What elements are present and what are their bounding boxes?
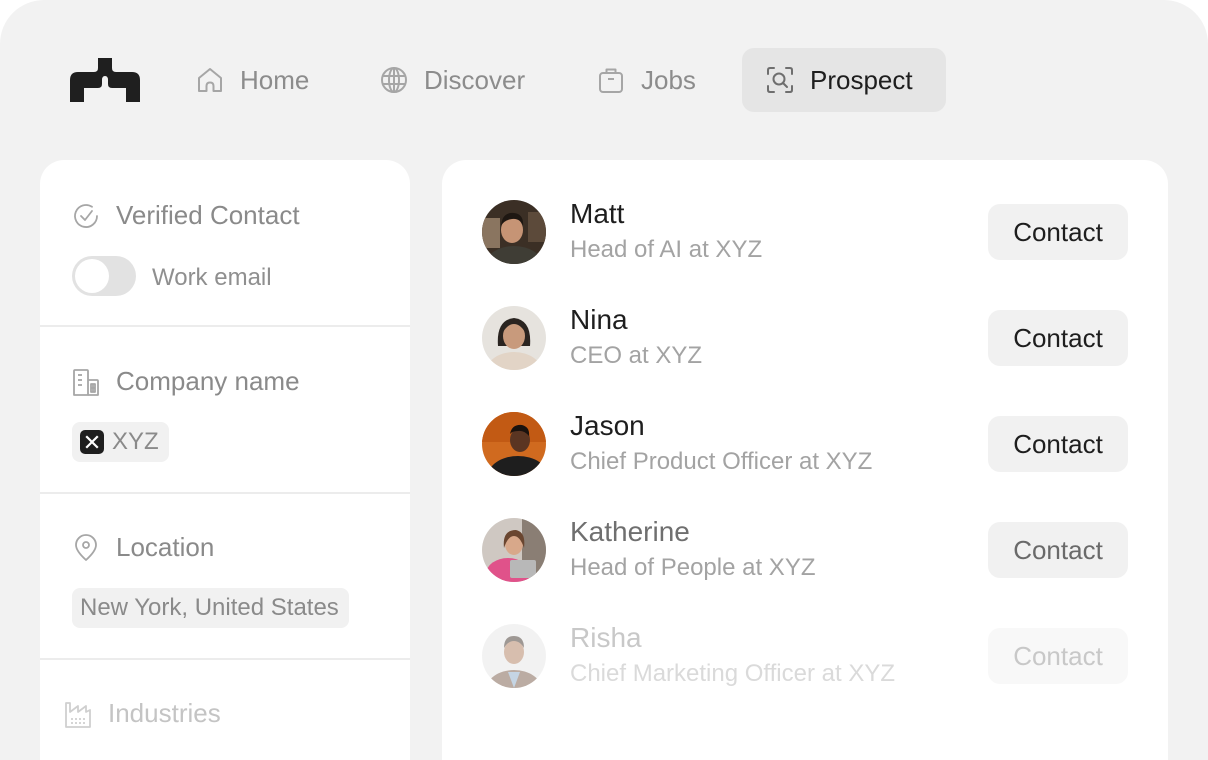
person-title: CEO at XYZ — [570, 342, 703, 369]
person-name[interactable]: Jason — [570, 410, 645, 442]
avatar-nina — [482, 306, 546, 370]
nav-home-label: Home — [240, 64, 310, 95]
person-title: Head of People at XYZ — [570, 554, 816, 581]
contact-button[interactable]: Contact — [988, 416, 1128, 472]
nav-prospect[interactable]: Prospect — [742, 48, 946, 112]
brand-logo[interactable] — [70, 58, 140, 102]
filter-location-header: Location — [72, 532, 214, 563]
work-email-toggle[interactable] — [72, 256, 136, 296]
globe-icon — [381, 67, 407, 93]
company-logo-icon — [80, 430, 104, 454]
person-name[interactable]: Katherine — [570, 516, 690, 548]
avatar[interactable] — [482, 200, 546, 264]
results-panel: Matt Head of AI at XYZ Contact Nina CEO … — [442, 160, 1168, 760]
nav-jobs-label: Jobs — [641, 64, 696, 95]
person-title: Chief Marketing Officer at XYZ — [570, 660, 896, 687]
avatar[interactable] — [482, 306, 546, 370]
location-chip[interactable]: New York, United States — [72, 588, 349, 628]
contact-button[interactable]: Contact — [988, 522, 1128, 578]
person-title: Head of AI at XYZ — [570, 236, 763, 263]
briefcase-icon — [599, 68, 623, 93]
nav-discover[interactable]: Discover — [356, 48, 547, 112]
filter-panel: Verified Contact Work email Company name — [40, 160, 410, 760]
scan-search-icon — [767, 67, 793, 93]
person-name[interactable]: Risha — [570, 622, 642, 654]
avatar[interactable] — [482, 518, 546, 582]
company-chip-label: XYZ — [112, 428, 159, 455]
nav-discover-label: Discover — [424, 64, 526, 95]
toggle-knob — [75, 259, 109, 293]
location-chip-label: New York, United States — [80, 594, 339, 621]
person-row: Matt Head of AI at XYZ Contact — [442, 160, 1168, 266]
check-circle-icon — [74, 203, 98, 228]
factory-icon — [65, 701, 91, 728]
person-name[interactable]: Nina — [570, 304, 628, 336]
app-frame: Home Discover Jobs Prospect Verified Con… — [0, 0, 1208, 760]
divider — [40, 325, 410, 327]
nav-home[interactable]: Home — [172, 48, 331, 112]
building-icon — [73, 368, 99, 396]
person-row: Katherine Head of People at XYZ Contact — [442, 478, 1168, 584]
person-title: Chief Product Officer at XYZ — [570, 448, 873, 475]
avatar-matt — [482, 200, 546, 264]
avatar-jason — [482, 412, 546, 476]
filter-industries-title: Industries — [108, 698, 221, 728]
divider — [40, 658, 410, 660]
map-pin-icon — [75, 533, 97, 561]
avatar-risha — [482, 624, 546, 688]
avatar[interactable] — [482, 412, 546, 476]
person-row: Jason Chief Product Officer at XYZ Conta… — [442, 372, 1168, 478]
person-name[interactable]: Matt — [570, 198, 624, 230]
filter-company-title: Company name — [116, 366, 300, 396]
contact-button[interactable]: Contact — [988, 204, 1128, 260]
filter-location-title: Location — [116, 532, 215, 562]
filter-verified-contact-title: Verified Contact — [116, 200, 300, 230]
company-chip[interactable]: XYZ — [72, 422, 169, 462]
filter-industries-header[interactable]: Industries — [64, 698, 221, 729]
home-icon — [198, 68, 222, 92]
filter-company-header: Company name — [72, 366, 300, 397]
contact-button[interactable]: Contact — [988, 628, 1128, 684]
nav-jobs[interactable]: Jobs — [573, 48, 718, 112]
avatar-katherine — [482, 518, 546, 582]
divider — [40, 492, 410, 494]
person-row: Nina CEO at XYZ Contact — [442, 266, 1168, 372]
person-row: Risha Chief Marketing Officer at XYZ Con… — [442, 584, 1168, 690]
contact-button[interactable]: Contact — [988, 310, 1128, 366]
work-email-label: Work email — [152, 264, 272, 291]
nav-prospect-label: Prospect — [810, 64, 913, 95]
filter-verified-contact-header: Verified Contact — [72, 200, 300, 231]
avatar[interactable] — [482, 624, 546, 688]
